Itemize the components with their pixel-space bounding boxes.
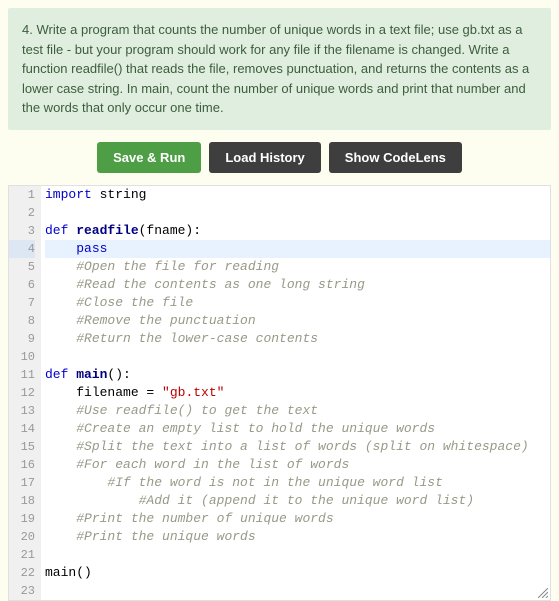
indent xyxy=(45,259,76,274)
indent xyxy=(45,277,76,292)
keyword: pass xyxy=(76,241,107,256)
code-line[interactable]: #Open the file for reading xyxy=(45,258,550,276)
comment: #Remove the punctuation xyxy=(76,313,255,328)
code-line[interactable]: #Create an empty list to hold the unique… xyxy=(45,420,550,438)
button-row: Save & Run Load History Show CodeLens xyxy=(8,142,551,173)
indent xyxy=(45,511,76,526)
code-line[interactable]: def readfile(fname): xyxy=(45,222,550,240)
code-line[interactable]: #Remove the punctuation xyxy=(45,312,550,330)
comment: #Print the number of unique words xyxy=(76,511,333,526)
code-line[interactable] xyxy=(45,582,550,600)
code-line[interactable]: #Add it (append it to the unique word li… xyxy=(45,492,550,510)
code-line[interactable]: #Read the contents as one long string xyxy=(45,276,550,294)
keyword: def xyxy=(45,223,68,238)
line-number: 19 xyxy=(9,510,35,528)
line-number: 12 xyxy=(9,384,35,402)
indent xyxy=(45,421,76,436)
code-line[interactable] xyxy=(45,204,550,222)
def-name: readfile xyxy=(68,223,138,238)
load-history-button[interactable]: Load History xyxy=(209,142,320,173)
indent xyxy=(45,403,76,418)
line-number: 20 xyxy=(9,528,35,546)
comment: #For each word in the list of words xyxy=(76,457,349,472)
code-line[interactable]: #Print the number of unique words xyxy=(45,510,550,528)
indent xyxy=(45,529,76,544)
comment: #Open the file for reading xyxy=(76,259,279,274)
line-number: 23 xyxy=(9,582,35,600)
line-number: 11 xyxy=(9,366,35,384)
code-line[interactable]: def main(): xyxy=(45,366,550,384)
comment: #Close the file xyxy=(76,295,193,310)
comment: #Read the contents as one long string xyxy=(76,277,365,292)
line-number: 10 xyxy=(9,348,35,366)
problem-description: 4. Write a program that counts the numbe… xyxy=(8,8,551,130)
code-editor[interactable]: 1 2 3 4 5 6 7 8 9 10 11 12 13 14 15 16 1… xyxy=(8,185,551,601)
line-number: 16 xyxy=(9,456,35,474)
save-run-button[interactable]: Save & Run xyxy=(97,142,201,173)
code-text: (fname): xyxy=(139,223,201,238)
indent xyxy=(45,385,76,400)
code-line[interactable]: #For each word in the list of words xyxy=(45,456,550,474)
comment: #If the word is not in the unique word l… xyxy=(107,475,442,490)
comment: #Print the unique words xyxy=(76,529,255,544)
line-number: 2 xyxy=(9,204,35,222)
comment: #Add it (append it to the unique word li… xyxy=(139,493,474,508)
line-number: 8 xyxy=(9,312,35,330)
line-number: 9 xyxy=(9,330,35,348)
line-number: 7 xyxy=(9,294,35,312)
comment: #Return the lower-case contents xyxy=(76,331,318,346)
code-text: (): xyxy=(107,367,130,382)
show-codelens-button[interactable]: Show CodeLens xyxy=(329,142,462,173)
line-number: 18 xyxy=(9,492,35,510)
comment: #Create an empty list to hold the unique… xyxy=(76,421,435,436)
comment: #Use readfile() to get the text xyxy=(76,403,318,418)
resize-handle-icon[interactable] xyxy=(538,588,548,598)
line-number: 17 xyxy=(9,474,35,492)
indent xyxy=(45,331,76,346)
indent xyxy=(45,457,76,472)
indent xyxy=(45,313,76,328)
indent xyxy=(45,439,76,454)
code-line[interactable]: import string xyxy=(45,186,550,204)
line-number: 6 xyxy=(9,276,35,294)
keyword: import xyxy=(45,187,92,202)
line-number: 3 xyxy=(9,222,35,240)
line-number: 21 xyxy=(9,546,35,564)
code-text: string xyxy=(92,187,147,202)
string: "gb.txt" xyxy=(162,385,224,400)
code-line[interactable]: #Print the unique words xyxy=(45,528,550,546)
code-line[interactable] xyxy=(45,546,550,564)
line-number: 4 xyxy=(9,240,35,258)
line-number: 1 xyxy=(9,186,35,204)
line-number: 13 xyxy=(9,402,35,420)
code-line[interactable]: filename = "gb.txt" xyxy=(45,384,550,402)
code-content[interactable]: import string def readfile(fname): pass … xyxy=(41,186,550,600)
line-number: 15 xyxy=(9,438,35,456)
indent xyxy=(45,475,107,490)
line-number: 22 xyxy=(9,564,35,582)
code-line[interactable]: pass xyxy=(45,240,550,258)
code-line[interactable] xyxy=(45,348,550,366)
indent xyxy=(45,295,76,310)
line-gutter: 1 2 3 4 5 6 7 8 9 10 11 12 13 14 15 16 1… xyxy=(9,186,41,600)
code-line[interactable]: #If the word is not in the unique word l… xyxy=(45,474,550,492)
code-line[interactable]: main() xyxy=(45,564,550,582)
def-name: main xyxy=(68,367,107,382)
code-line[interactable]: #Split the text into a list of words (sp… xyxy=(45,438,550,456)
code-line[interactable]: #Return the lower-case contents xyxy=(45,330,550,348)
line-number: 5 xyxy=(9,258,35,276)
indent xyxy=(45,241,76,256)
code-text: filename = xyxy=(76,385,162,400)
code-line[interactable]: #Close the file xyxy=(45,294,550,312)
indent xyxy=(45,493,139,508)
keyword: def xyxy=(45,367,68,382)
code-line[interactable]: #Use readfile() to get the text xyxy=(45,402,550,420)
line-number: 14 xyxy=(9,420,35,438)
comment: #Split the text into a list of words (sp… xyxy=(76,439,528,454)
